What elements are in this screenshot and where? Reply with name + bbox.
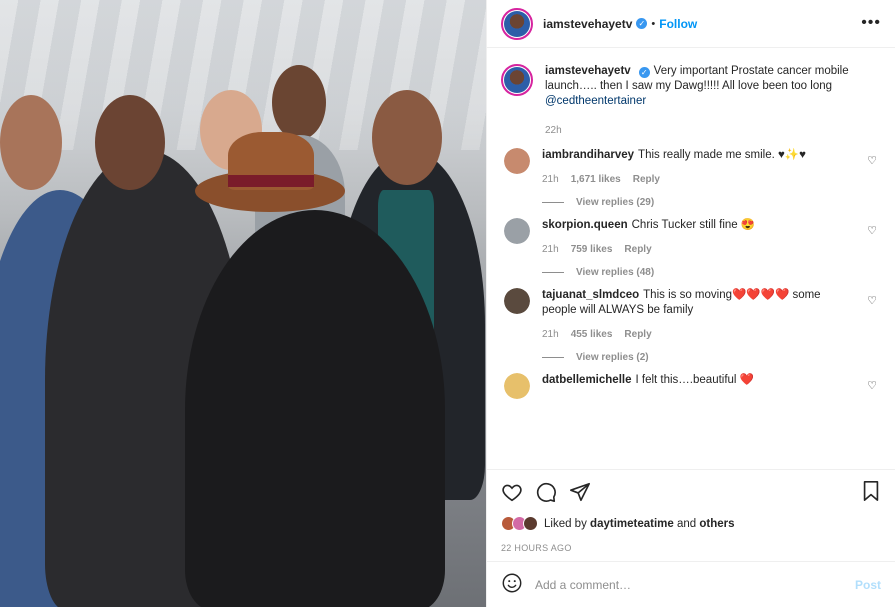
- replies-divider: [542, 202, 564, 203]
- comment-avatar[interactable]: [504, 373, 530, 399]
- separator-dot: •: [651, 17, 656, 30]
- person-head: [0, 95, 62, 190]
- post-photo[interactable]: [0, 0, 486, 607]
- comment-like-heart-icon[interactable]: ♡: [867, 379, 877, 392]
- comment-username[interactable]: skorpion.queen: [542, 219, 628, 231]
- caption: iamstevehayetv ✓ Very important Prostate c…: [501, 64, 881, 136]
- view-replies-label: View replies (29): [576, 197, 655, 208]
- verified-badge-icon: ✓: [638, 67, 650, 78]
- liked-by-and: and: [676, 517, 697, 530]
- comment-username[interactable]: iambrandiharvey: [542, 149, 634, 161]
- comment-item: iambrandiharvey This really made me smile…: [501, 148, 881, 208]
- comment-like-heart-icon[interactable]: ♡: [867, 224, 877, 237]
- comment-input[interactable]: Add a comment…: [535, 578, 855, 592]
- follow-button[interactable]: Follow: [659, 17, 697, 31]
- comment-like-heart-icon[interactable]: ♡: [867, 294, 877, 307]
- person-head: [95, 95, 165, 190]
- avatar-image: [504, 218, 530, 244]
- avatar-image: [504, 67, 530, 93]
- reply-button[interactable]: Reply: [624, 244, 651, 255]
- liked-by-prefix: Liked by: [544, 517, 587, 530]
- view-replies-label: View replies (48): [576, 267, 655, 278]
- reply-button[interactable]: Reply: [624, 329, 651, 340]
- avatar-image: [504, 148, 530, 174]
- post-header: iamstevehayetv ✓ • Follow •••: [487, 0, 895, 48]
- verified-badge-icon: ✓: [636, 18, 648, 29]
- caption-username[interactable]: iamstevehayetv: [545, 65, 631, 77]
- instagram-post: iamstevehayetv ✓ • Follow ••• iamsteveha…: [0, 0, 895, 607]
- liked-by-user-link[interactable]: daytimeteatime: [590, 518, 674, 530]
- comment-text: This really made me smile. ♥✨♥: [638, 149, 806, 161]
- comment-time[interactable]: 21h: [542, 329, 559, 340]
- avatar-image: [504, 288, 530, 314]
- bookmark-icon[interactable]: [861, 480, 881, 502]
- comment-likes[interactable]: 455 likes: [571, 329, 613, 340]
- liker-avatars: [501, 516, 538, 531]
- avatar-image: [504, 10, 530, 37]
- view-replies-label: View replies (2): [576, 352, 649, 363]
- hat-band: [228, 175, 314, 187]
- comment-likes[interactable]: 759 likes: [571, 244, 613, 255]
- comment-username[interactable]: tajuanat_slmdceo: [542, 289, 639, 301]
- comment-like-heart-icon[interactable]: ♡: [867, 154, 877, 167]
- heart-icon[interactable]: [501, 481, 523, 503]
- person-black-suit: [185, 210, 445, 607]
- person-head: [272, 65, 326, 140]
- comment-item: datbellemichelle I felt this….beautiful ❤…: [501, 373, 881, 399]
- comment-time[interactable]: 21h: [542, 244, 559, 255]
- reply-button[interactable]: Reply: [633, 174, 660, 185]
- comment-item: skorpion.queen Chris Tucker still fine 😍 …: [501, 218, 881, 278]
- person-head: [372, 90, 442, 185]
- likes-summary: Liked by daytimeteatime and others: [501, 516, 881, 531]
- comment-time[interactable]: 21h: [542, 174, 559, 185]
- comment-text: I felt this….beautiful ❤️: [635, 374, 754, 386]
- share-icon[interactable]: [569, 481, 591, 503]
- profile-avatar[interactable]: [501, 7, 533, 40]
- caption-time[interactable]: 22h: [545, 125, 562, 136]
- post-timestamp[interactable]: 22 HOURS AGO: [501, 543, 881, 553]
- header-username[interactable]: iamstevehayetv: [543, 17, 632, 31]
- add-comment-bar: Add a comment… Post: [487, 561, 895, 607]
- view-replies-button[interactable]: View replies (29): [542, 197, 857, 208]
- more-options-icon[interactable]: •••: [861, 14, 881, 32]
- view-replies-button[interactable]: View replies (48): [542, 267, 857, 278]
- avatar-image: [504, 373, 530, 399]
- post-comment-button[interactable]: Post: [855, 578, 881, 592]
- comment-avatar[interactable]: [504, 288, 530, 314]
- comment-username[interactable]: datbellemichelle: [542, 374, 631, 386]
- comment-item: tajuanat_slmdceo This is so moving❤️❤️❤️❤…: [501, 288, 881, 363]
- caption-avatar[interactable]: [501, 64, 533, 96]
- post-side-panel: iamstevehayetv ✓ • Follow ••• iamsteveha…: [486, 0, 895, 607]
- emoji-icon[interactable]: [501, 572, 523, 597]
- comment-avatar[interactable]: [504, 218, 530, 244]
- replies-divider: [542, 357, 564, 358]
- caption-mention-link[interactable]: @cedtheentertainer: [545, 95, 646, 107]
- liker-avatar: [523, 516, 538, 531]
- comment-icon[interactable]: [535, 481, 557, 503]
- view-replies-button[interactable]: View replies (2): [542, 352, 857, 363]
- comments-list[interactable]: iamstevehayetv ✓ Very important Prostate c…: [487, 48, 895, 469]
- replies-divider: [542, 272, 564, 273]
- comment-avatar[interactable]: [504, 148, 530, 174]
- liked-by-others-link[interactable]: others: [699, 518, 734, 530]
- comment-likes[interactable]: 1,671 likes: [571, 174, 621, 185]
- comment-text: Chris Tucker still fine 😍: [631, 219, 756, 231]
